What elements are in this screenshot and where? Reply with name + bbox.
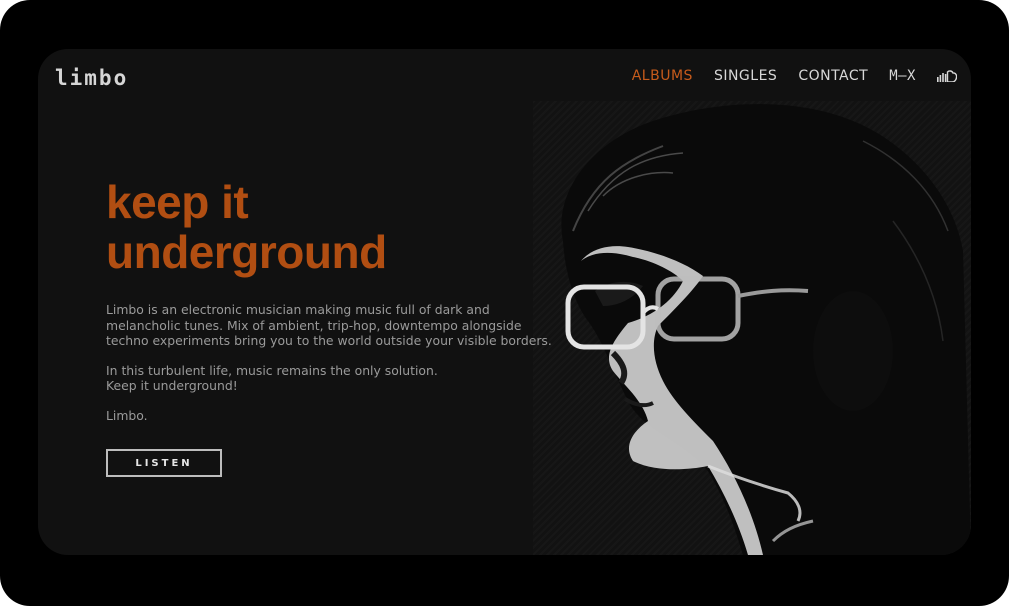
signature: Limbo. (106, 407, 148, 423)
portrait-illustration (561, 104, 971, 555)
hero-title-line2: underground (106, 226, 387, 278)
description-line: melancholic tunes. Mix of ambient, trip-… (106, 317, 522, 333)
description-paragraph-2: In this turbulent life, music remains th… (106, 363, 556, 394)
hero-title: keep it underground (106, 177, 387, 277)
nav-contact[interactable]: CONTACT (798, 68, 868, 84)
hero-description: Limbo is an electronic musician making m… (106, 302, 556, 437)
nav-mx[interactable]: M—X (889, 68, 916, 84)
website-panel: limbo ALBUMS SINGLES CONTACT M—X keep it… (38, 49, 971, 555)
description-line: Keep it underground! (106, 378, 238, 393)
device-frame: limbo ALBUMS SINGLES CONTACT M—X keep it… (0, 0, 1009, 606)
artist-portrait (533, 101, 971, 555)
description-line: In this turbulent life, music remains th… (106, 362, 438, 378)
main-nav: ALBUMS SINGLES CONTACT M—X (632, 68, 957, 84)
site-logo[interactable]: limbo (55, 66, 128, 90)
nav-singles[interactable]: SINGLES (714, 68, 777, 84)
listen-button[interactable]: LISTEN (106, 449, 222, 477)
description-line: Limbo is an electronic musician making m… (106, 302, 490, 317)
soundcloud-icon[interactable] (937, 70, 957, 82)
description-line: techno experiments bring you to the worl… (106, 333, 552, 348)
hero-title-line1: keep it (106, 176, 249, 228)
description-paragraph-1: Limbo is an electronic musician making m… (106, 302, 556, 349)
nav-albums[interactable]: ALBUMS (632, 68, 693, 84)
